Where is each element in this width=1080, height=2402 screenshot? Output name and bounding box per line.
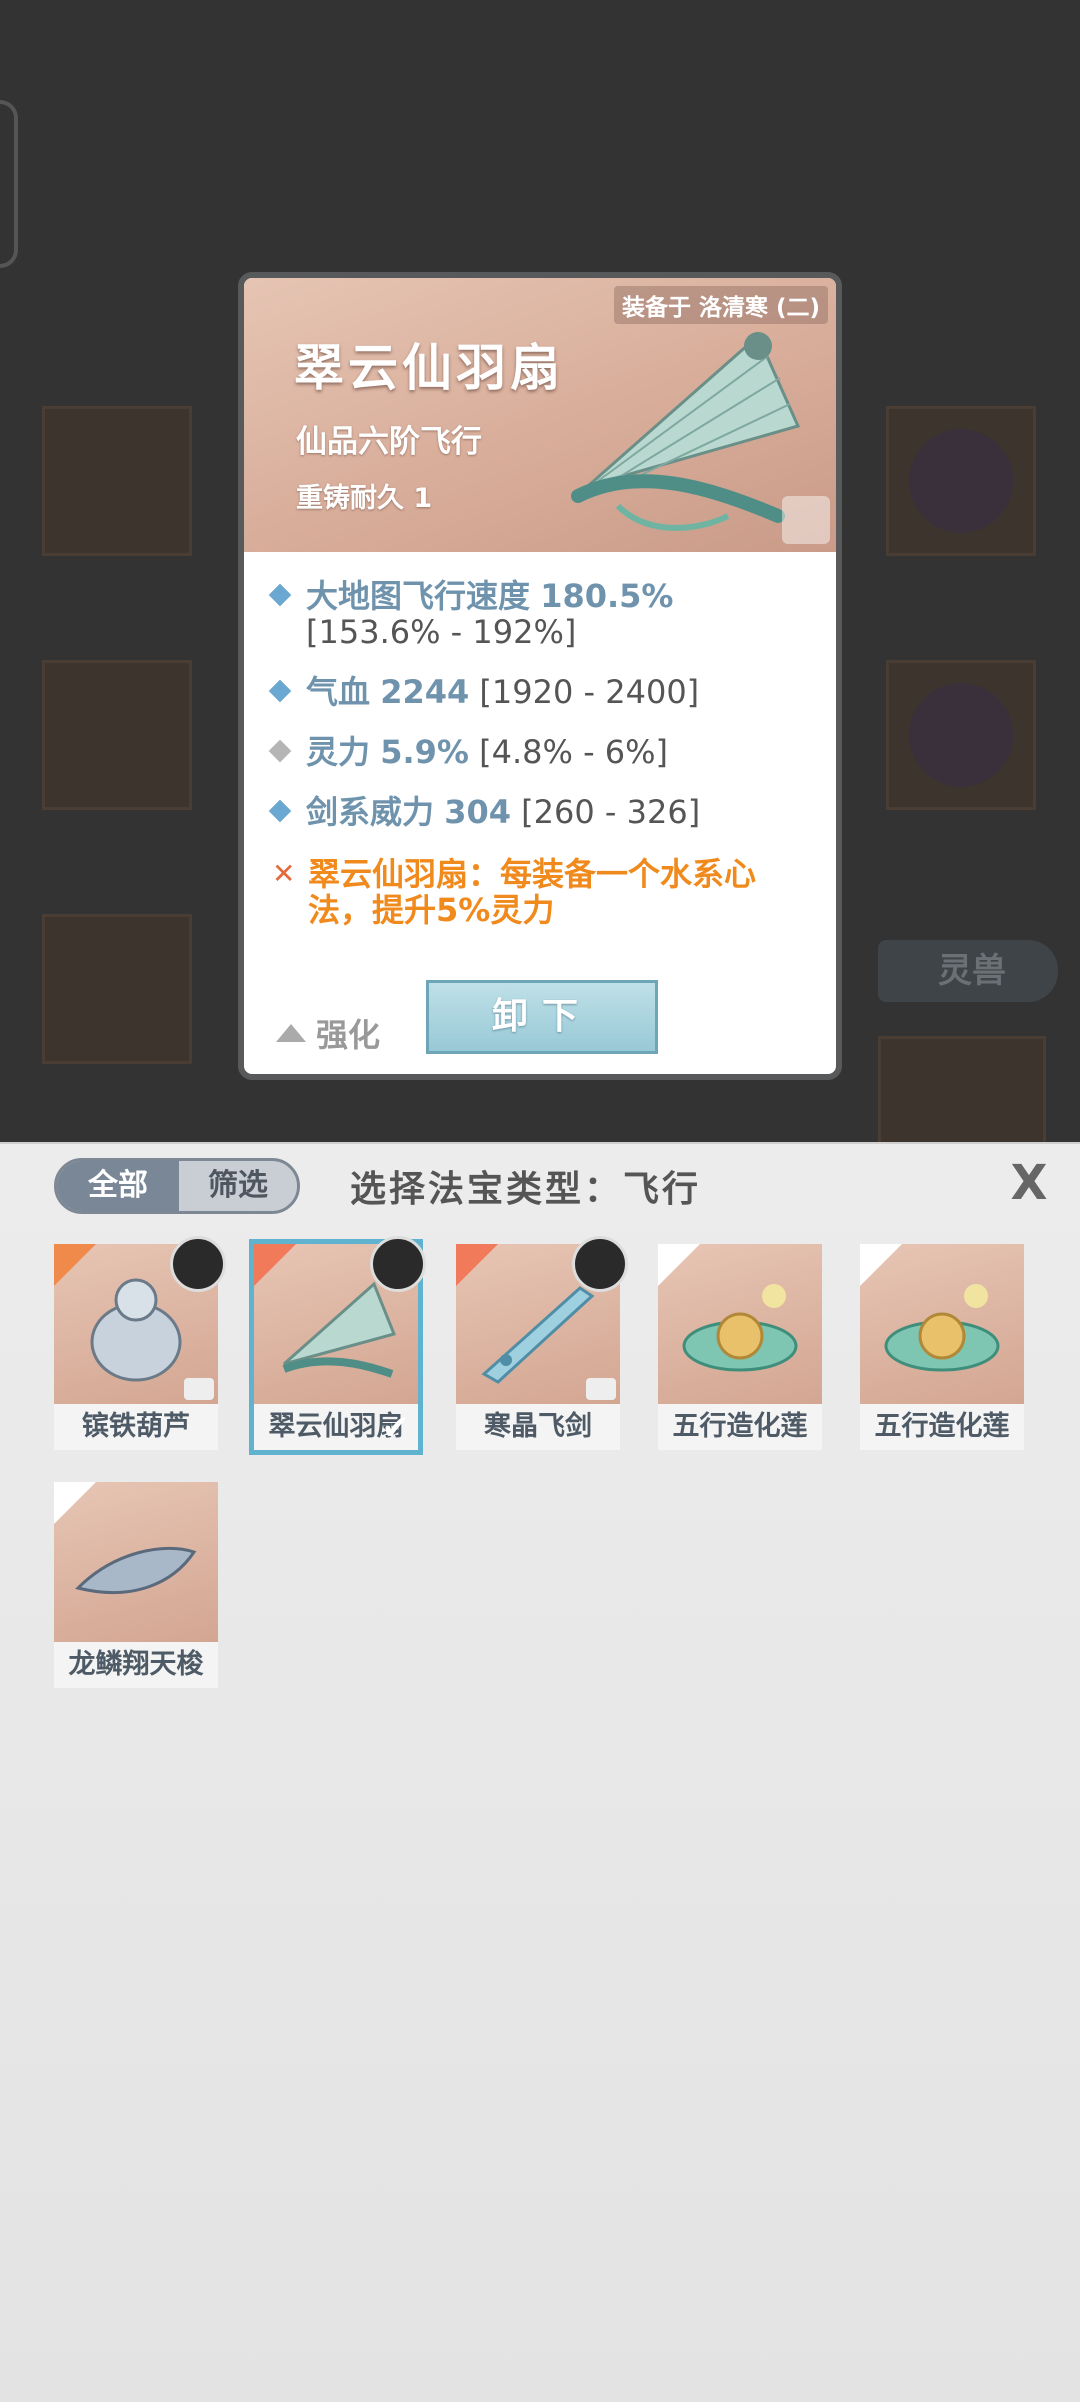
feather-fan-icon	[282, 1281, 397, 1378]
artifact-tile[interactable]: 寒晶飞剑	[456, 1236, 628, 1450]
artifact-label: 寒晶飞剑	[456, 1404, 620, 1450]
artifact-tile[interactable]: 镔铁葫芦	[54, 1236, 226, 1450]
wing-icon	[54, 1244, 96, 1286]
item-durability: 重铸耐久 1	[296, 483, 433, 514]
artifact-select-panel: 全部 筛选 选择法宝类型：飞行 X 镔铁葫芦 翠云仙羽扇 ✔ 寒晶飞剑 五行造化…	[0, 1142, 1080, 2402]
equip-slot-boots	[42, 914, 192, 1064]
set-effect: ✕ 翠云仙羽扇：每装备一个水系心法，提升5%灵力	[272, 855, 757, 929]
tab-filter[interactable]: 筛选	[179, 1161, 297, 1211]
diamond-icon	[268, 583, 292, 607]
artifact-label: 龙鳞翔天梭	[54, 1642, 218, 1688]
diamond-icon	[268, 679, 292, 703]
effect-icon: ✕	[272, 857, 296, 890]
artifact-tile[interactable]: 五行造化莲	[658, 1244, 822, 1450]
lotus-icon	[682, 1284, 798, 1372]
artifact-tile[interactable]: 龙鳞翔天梭	[54, 1482, 218, 1688]
equipped-on-label: 装备于 洛清寒 (二)	[613, 286, 828, 324]
avatar	[572, 1236, 628, 1292]
wing-icon	[860, 1244, 902, 1286]
filter-segment: 全部 筛选	[54, 1158, 300, 1214]
shuttle-boat-icon	[75, 1546, 197, 1594]
feather-fan-icon	[571, 332, 801, 531]
wing-icon	[254, 1244, 296, 1286]
panel-title: 选择法宝类型：飞行	[350, 1169, 702, 1210]
lock-icon	[184, 1378, 214, 1400]
strengthen-button[interactable]: 强化	[276, 1010, 380, 1056]
stat-row: 气血 2244 [1920 - 2400]	[268, 674, 806, 710]
arrow-up-icon	[276, 1024, 306, 1042]
spirit-beast-tab: 灵兽	[878, 940, 1058, 1002]
wing-icon	[456, 1244, 498, 1286]
spirit-beast-slot	[878, 1036, 1046, 1146]
diamond-icon	[268, 739, 292, 763]
gourd-icon	[90, 1278, 182, 1382]
artifact-label: 五行造化莲	[860, 1404, 1024, 1450]
item-name: 翠云仙羽扇	[294, 339, 564, 397]
artifact-label: 镔铁葫芦	[54, 1404, 218, 1450]
orb-icon	[909, 683, 1013, 787]
left-edge-handle	[0, 100, 18, 268]
item-detail-card: 装备于 洛清寒 (二) 翠云仙羽扇 仙品六阶飞行 重铸耐久 1 大地图飞行速度 …	[238, 272, 842, 1080]
orb-icon	[909, 429, 1013, 533]
wing-icon	[54, 1482, 96, 1524]
unequip-button[interactable]: 卸下	[426, 980, 658, 1054]
equip-slot-weapon	[42, 406, 192, 556]
diamond-icon	[268, 799, 292, 823]
avatar	[370, 1236, 426, 1292]
wing-icon	[658, 1244, 700, 1286]
lock-icon	[586, 1378, 616, 1400]
stat-row: 剑系威力 304 [260 - 326]	[268, 794, 806, 830]
item-header: 装备于 洛清寒 (二) 翠云仙羽扇 仙品六阶飞行 重铸耐久 1	[244, 278, 836, 552]
equip-slot-orb-2	[886, 660, 1036, 810]
item-grade: 仙品六阶飞行	[296, 424, 482, 460]
avatar	[170, 1236, 226, 1292]
stat-row: 大地图飞行速度 180.5% [153.6% - 192%]	[268, 578, 806, 650]
close-button[interactable]: X	[1002, 1156, 1056, 1210]
sword-icon	[481, 1286, 595, 1384]
lock-icon[interactable]	[782, 496, 830, 544]
equip-slot-accessory	[42, 660, 192, 810]
equip-slot-orb-1	[886, 406, 1036, 556]
stat-row: 灵力 5.9% [4.8% - 6%]	[268, 734, 806, 770]
checkmark-icon: ✔	[381, 1408, 411, 1448]
artifact-tile[interactable]: 五行造化莲	[860, 1244, 1024, 1450]
tab-all[interactable]: 全部	[57, 1161, 179, 1211]
lotus-icon	[884, 1284, 1000, 1372]
artifact-label: 五行造化莲	[658, 1404, 822, 1450]
artifact-tile-selected[interactable]: 翠云仙羽扇 ✔	[249, 1236, 426, 1455]
